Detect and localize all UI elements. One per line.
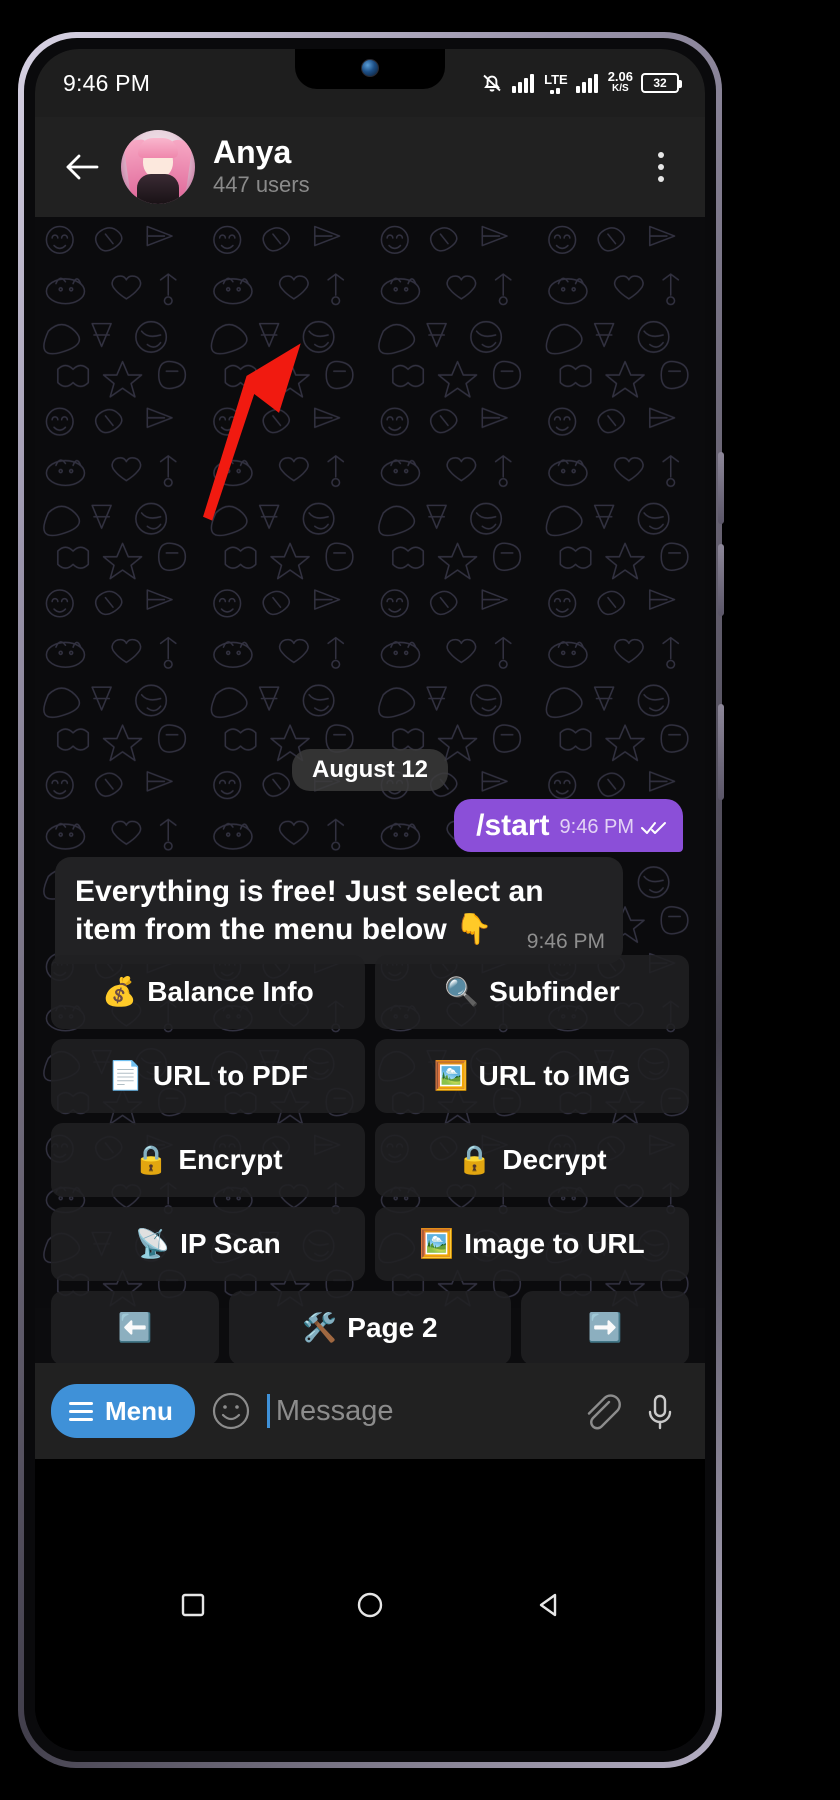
decrypt-label: Decrypt xyxy=(502,1144,607,1175)
outgoing-message-text: /start xyxy=(476,809,550,842)
outgoing-message-bubble[interactable]: /start 9:46 PM xyxy=(454,799,683,852)
url-to-pdf-button[interactable]: 📄 URL to PDF xyxy=(51,1039,365,1113)
url-to-img-button[interactable]: 🖼️ URL to IMG xyxy=(375,1039,689,1113)
left-arrow-icon: ⬅️ xyxy=(117,1312,153,1343)
incoming-message-text: Everything is free! Just select an item … xyxy=(75,875,544,947)
image-to-url-label: Image to URL xyxy=(464,1228,645,1259)
satellite-antenna-icon: 📡 xyxy=(135,1228,171,1259)
keyboard-row-2: 📄 URL to PDF 🖼️ URL to IMG xyxy=(51,1039,689,1113)
date-separator: August 12 xyxy=(291,749,449,791)
phone-screen: 9:46 PM LTE 2.06 K/S 32 Anya 447 users A… xyxy=(35,49,705,1751)
double-check-icon xyxy=(641,821,667,835)
keyboard-row-5: ⬅️ 🛠️ Page 2 ➡️ xyxy=(51,1291,689,1363)
ip-scan-button[interactable]: 📡 IP Scan xyxy=(51,1207,365,1281)
hammer-and-wrench-icon: 🛠️ xyxy=(302,1312,338,1343)
phone-body: 9:46 PM LTE 2.06 K/S 32 Anya 447 users A… xyxy=(24,38,716,1762)
square-icon[interactable] xyxy=(176,1588,210,1622)
members-count: 447 users xyxy=(213,172,310,198)
volume-down-button[interactable] xyxy=(718,544,724,616)
chat-title-block[interactable]: Anya 447 users xyxy=(213,133,639,199)
keyboard-row-4: 📡 IP Scan 🖼️ Image to URL xyxy=(51,1207,689,1281)
message-placeholder: Message xyxy=(275,1394,394,1427)
hamburger-icon xyxy=(69,1401,93,1421)
message-input-bar: Menu Message xyxy=(35,1363,705,1459)
magnifier-icon: 🔍 xyxy=(444,976,480,1007)
outgoing-message-time: 9:46 PM xyxy=(559,816,634,838)
signal-bars-2-icon xyxy=(575,73,600,93)
chat-header: Anya 447 users xyxy=(35,117,705,217)
bell-mute-icon xyxy=(480,71,504,95)
ip-scan-label: IP Scan xyxy=(180,1228,281,1259)
page-title: Anya xyxy=(213,133,292,170)
chat-message-list[interactable]: August 12 /start 9:46 PM Everything is f… xyxy=(35,217,705,1363)
lte-label: LTE xyxy=(544,71,568,87)
menu-button-label: Menu xyxy=(105,1395,173,1426)
status-bar-clock: 9:46 PM xyxy=(63,69,151,96)
front-camera xyxy=(361,59,379,77)
back-arrow-icon[interactable] xyxy=(59,144,105,190)
framed-picture-icon: 🖼️ xyxy=(433,1060,469,1091)
lock-icon-2: 🔒 xyxy=(457,1144,493,1175)
incoming-message-bubble[interactable]: Everything is free! Just select an item … xyxy=(55,857,623,964)
money-bag-icon: 💰 xyxy=(102,976,138,1007)
message-input-field[interactable]: Message xyxy=(266,1394,563,1428)
incoming-message-time: 9:46 PM xyxy=(526,929,605,953)
inline-keyboard[interactable]: 💰 Balance Info 🔍 Subfinder 📄 URL to PDF xyxy=(51,955,689,1363)
url-to-img-label: URL to IMG xyxy=(478,1060,631,1091)
battery-icon: 32 xyxy=(641,73,682,93)
balance-info-label: Balance Info xyxy=(147,976,314,1007)
keyboard-row-1: 💰 Balance Info 🔍 Subfinder xyxy=(51,955,689,1029)
image-to-url-button[interactable]: 🖼️ Image to URL xyxy=(375,1207,689,1281)
right-arrow-icon: ➡️ xyxy=(587,1312,623,1343)
lte-indicator: LTE xyxy=(544,73,568,94)
subfinder-label: Subfinder xyxy=(489,976,620,1007)
page-indicator-label: Page 2 xyxy=(347,1312,438,1343)
balance-info-button[interactable]: 💰 Balance Info xyxy=(51,955,365,1029)
battery-level: 32 xyxy=(653,76,667,90)
text-cursor xyxy=(266,1394,270,1428)
page-facing-up-icon: 📄 xyxy=(108,1060,143,1091)
page-indicator-button[interactable]: 🛠️ Page 2 xyxy=(229,1291,511,1363)
microphone-icon[interactable] xyxy=(637,1388,683,1434)
android-nav-bar xyxy=(35,1459,705,1751)
subfinder-button[interactable]: 🔍 Subfinder xyxy=(375,955,689,1029)
framed-landscape-icon: 🖼️ xyxy=(419,1228,455,1259)
menu-button[interactable]: Menu xyxy=(51,1384,195,1438)
url-to-pdf-label: URL to PDF xyxy=(152,1060,308,1091)
more-vertical-icon[interactable] xyxy=(639,144,683,190)
triangle-back-icon[interactable] xyxy=(530,1588,564,1622)
decrypt-button[interactable]: 🔒 Decrypt xyxy=(375,1123,689,1197)
volume-up-button[interactable] xyxy=(718,452,724,524)
signal-bars-icon xyxy=(512,73,536,93)
next-page-button[interactable]: ➡️ xyxy=(521,1291,689,1363)
circle-icon[interactable] xyxy=(353,1588,387,1622)
network-speed-value: 2.06 xyxy=(607,69,633,84)
keyboard-row-3: 🔒 Encrypt 🔒 Decrypt xyxy=(51,1123,689,1197)
phone-frame: 9:46 PM LTE 2.06 K/S 32 Anya 447 users A… xyxy=(18,32,724,1768)
power-button[interactable] xyxy=(718,704,724,800)
network-speed-unit: K/S xyxy=(612,83,629,94)
encrypt-label: Encrypt xyxy=(178,1144,283,1175)
smiley-icon[interactable] xyxy=(209,1389,253,1433)
status-bar-icons: LTE 2.06 K/S 32 xyxy=(480,69,682,95)
network-speed-indicator: 2.06 K/S xyxy=(607,69,633,95)
paperclip-icon[interactable] xyxy=(577,1388,623,1434)
avatar[interactable] xyxy=(121,130,195,204)
outgoing-message-meta: 9:46 PM xyxy=(560,816,667,842)
lock-icon: 🔒 xyxy=(133,1144,169,1175)
prev-page-button[interactable]: ⬅️ xyxy=(51,1291,219,1363)
encrypt-button[interactable]: 🔒 Encrypt xyxy=(51,1123,365,1197)
